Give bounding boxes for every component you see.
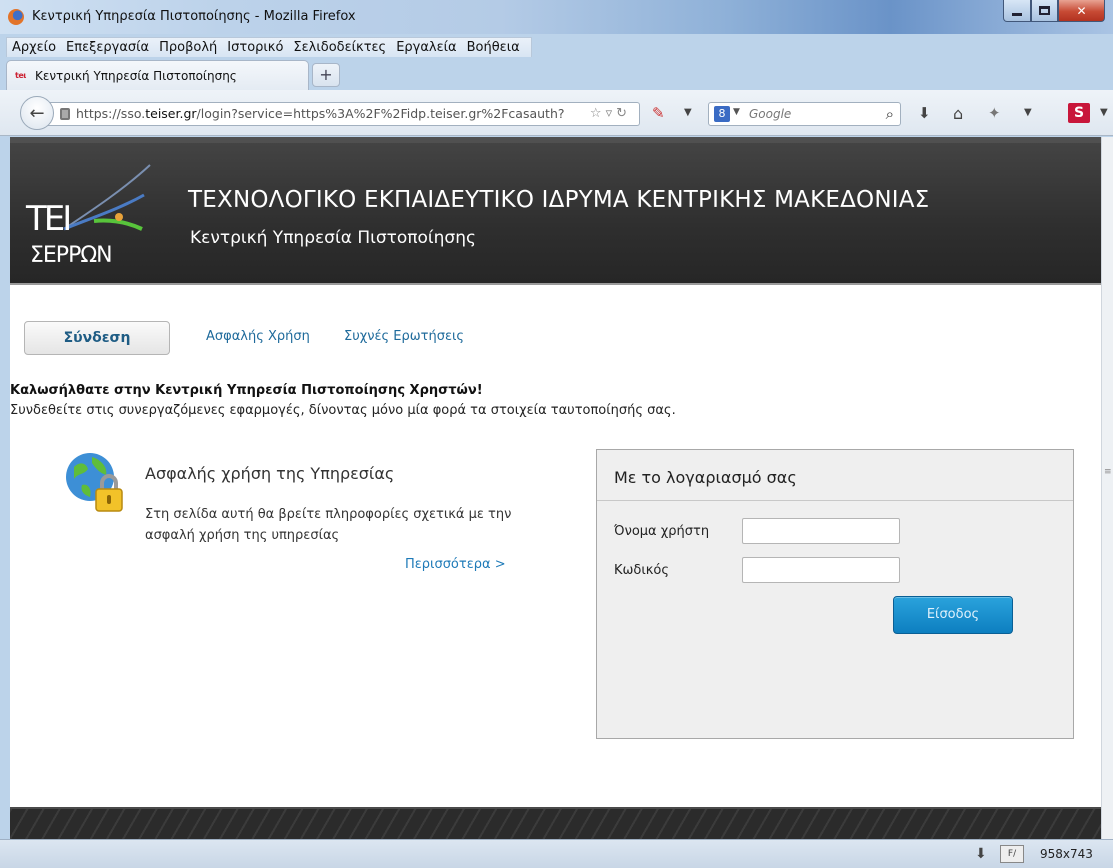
tab-label: Κεντρική Υπηρεσία Πιστοποίησης bbox=[35, 69, 237, 83]
s-addon-icon[interactable]: S bbox=[1068, 103, 1090, 123]
more-link[interactable]: Περισσότερα > bbox=[405, 557, 506, 572]
status-bar: ⬇ F/ 958x743 bbox=[0, 839, 1113, 868]
download-icon[interactable]: ⬇ bbox=[918, 104, 931, 122]
tei-logo: ΤΕΙ ΣΕΡΡΩΝ bbox=[24, 159, 164, 279]
login-divider bbox=[597, 500, 1073, 501]
url-star-icon[interactable]: ☆▿↻ bbox=[590, 106, 631, 121]
footer-band bbox=[10, 807, 1101, 839]
search-icon[interactable]: ⌕ bbox=[886, 105, 894, 123]
logo-serron-text: ΣΕΡΡΩΝ bbox=[30, 243, 113, 268]
download-status-icon[interactable]: ⬇ bbox=[975, 846, 987, 862]
menu-edit[interactable]: Επεξεργασία bbox=[61, 40, 154, 55]
tab-secure-use[interactable]: Ασφαλής Χρήση bbox=[206, 329, 310, 344]
close-icon: ✕ bbox=[1076, 3, 1087, 18]
minimize-button[interactable] bbox=[1003, 0, 1031, 22]
search-box[interactable]: 8 ▼ Google ⌕ bbox=[708, 102, 901, 126]
welcome-title: Καλωσήλθατε στην Κεντρική Υπηρεσία Πιστο… bbox=[10, 383, 483, 398]
menu-dropdown-icon[interactable]: ▼ bbox=[1100, 107, 1108, 118]
menu-file[interactable]: Αρχείο bbox=[7, 40, 61, 55]
firefox-icon bbox=[8, 9, 24, 25]
header-band bbox=[10, 137, 1101, 143]
navigation-bar: https://sso.teiser.gr/login?service=http… bbox=[0, 90, 1113, 136]
menu-help[interactable]: Βοήθεια bbox=[462, 40, 525, 55]
maximize-icon bbox=[1039, 6, 1050, 15]
site-title: ΤΕΧΝΟΛΟΓΙΚΟ ΕΚΠΑΙΔΕΥΤΙΚΟ ΙΔΡΥΜΑ ΚΕΝΤΡΙΚΗ… bbox=[188, 187, 930, 213]
maximize-button[interactable] bbox=[1031, 0, 1058, 22]
extension-icon[interactable]: ✦ bbox=[988, 104, 1001, 122]
login-panel: Με το λογαριασμό σας Όνομα χρήστη Κωδικό… bbox=[596, 449, 1074, 739]
url-bar[interactable]: https://sso.teiser.gr/login?service=http… bbox=[48, 102, 640, 126]
vertical-scrollbar[interactable]: ≡ bbox=[1101, 137, 1113, 839]
username-field[interactable] bbox=[742, 518, 900, 544]
tab-active[interactable]: teι Κεντρική Υπηρεσία Πιστοποίησης bbox=[6, 60, 309, 90]
lock-icon bbox=[60, 108, 70, 120]
addon-icon[interactable]: ✎ bbox=[652, 104, 665, 122]
back-button[interactable]: ← bbox=[20, 96, 54, 130]
close-button[interactable]: ✕ bbox=[1058, 0, 1105, 22]
menu-bookmarks[interactable]: Σελιδοδείκτες bbox=[288, 40, 391, 55]
login-title: Με το λογαριασμό σας bbox=[614, 468, 797, 487]
google-engine-icon[interactable]: 8 bbox=[714, 106, 730, 122]
login-button[interactable]: Είσοδος bbox=[893, 596, 1013, 634]
secure-use-title: Ασφαλής χρήση της Υπηρεσίας bbox=[145, 464, 395, 483]
dropdown-icon[interactable]: ▼ bbox=[684, 107, 692, 118]
password-label: Κωδικός bbox=[614, 563, 670, 578]
resolution-text: 958x743 bbox=[1040, 847, 1093, 861]
url-host: teiser.gr bbox=[145, 106, 197, 121]
favicon-icon: teι bbox=[15, 71, 26, 80]
tab-login[interactable]: Σύνδεση bbox=[24, 321, 170, 355]
secure-use-description: Στη σελίδα αυτή θα βρείτε πληροφορίες σχ… bbox=[145, 507, 512, 543]
window-titlebar: Κεντρική Υπηρεσία Πιστοποίησης - Mozilla… bbox=[0, 0, 1113, 34]
url-rest: /login?service=https%3A%2F%2Fidp.teiser.… bbox=[196, 106, 565, 121]
search-placeholder: Google bbox=[749, 107, 792, 121]
site-header: ΤΕΙ ΣΕΡΡΩΝ ΤΕΧΝΟΛΟΓΙΚΟ ΕΚΠΑΙΔΕΥΤΙΚΟ ΙΔΡΥ… bbox=[10, 137, 1101, 285]
username-label: Όνομα χρήστη bbox=[614, 524, 710, 539]
logo-tei-text: ΤΕΙ bbox=[26, 199, 72, 239]
firebug-icon[interactable]: F/ bbox=[1000, 845, 1024, 863]
minimize-icon bbox=[1012, 12, 1022, 16]
menu-history[interactable]: Ιστορικό bbox=[222, 40, 288, 55]
menu-view[interactable]: Προβολή bbox=[154, 40, 222, 55]
site-subtitle: Κεντρική Υπηρεσία Πιστοποίησης bbox=[190, 228, 476, 248]
menubar: Αρχείο Επεξεργασία Προβολή Ιστορικό Σελι… bbox=[6, 37, 532, 57]
tab-faq[interactable]: Συχνές Ερωτήσεις bbox=[344, 329, 464, 344]
globe-lock-icon bbox=[66, 453, 123, 512]
tab-strip: teι Κεντρική Υπηρεσία Πιστοποίησης + bbox=[0, 58, 1113, 90]
extension-dropdown-icon[interactable]: ▼ bbox=[1024, 107, 1032, 118]
menu-tools[interactable]: Εργαλεία bbox=[391, 40, 461, 55]
engine-dropdown-icon: ▼ bbox=[733, 107, 740, 117]
home-icon[interactable]: ⌂ bbox=[953, 104, 963, 123]
page-viewport: ΤΕΙ ΣΕΡΡΩΝ ΤΕΧΝΟΛΟΓΙΚΟ ΕΚΠΑΙΔΕΥΤΙΚΟ ΙΔΡΥ… bbox=[10, 137, 1101, 839]
scroll-grip-icon: ≡ bbox=[1104, 467, 1112, 477]
back-arrow-icon: ← bbox=[29, 102, 45, 124]
window-title: Κεντρική Υπηρεσία Πιστοποίησης - Mozilla… bbox=[32, 9, 356, 24]
password-field[interactable] bbox=[742, 557, 900, 583]
url-prefix: https://sso. bbox=[76, 106, 146, 121]
url-text: https://sso.teiser.gr/login?service=http… bbox=[76, 106, 588, 121]
new-tab-button[interactable]: + bbox=[312, 63, 340, 87]
welcome-text: Συνδεθείτε στις συνεργαζόμενες εφαρμογές… bbox=[10, 403, 676, 418]
